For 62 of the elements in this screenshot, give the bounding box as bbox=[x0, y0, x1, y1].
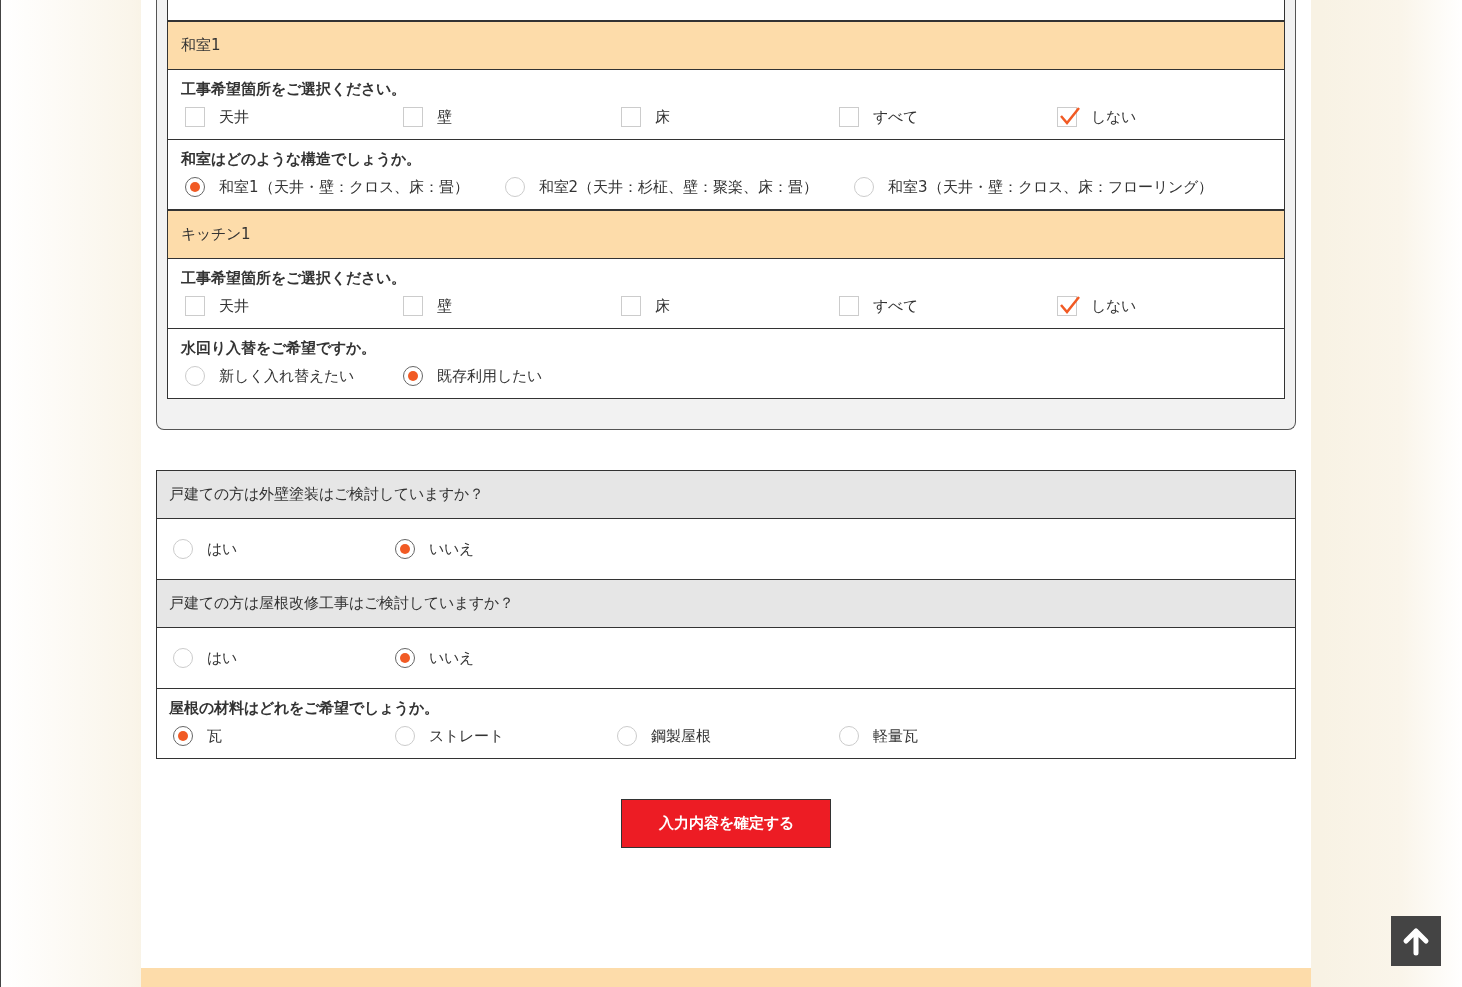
radio-option[interactable]: 新しく入れ替えたい bbox=[181, 366, 367, 386]
option-label: ストレート bbox=[429, 726, 504, 746]
option-label: 天井 bbox=[219, 107, 249, 127]
option-label: はい bbox=[207, 648, 237, 668]
radio-option[interactable]: 瓦 bbox=[169, 726, 359, 746]
question-header: 戸建ての方は外壁塗装はご検討していますか？ bbox=[157, 471, 1295, 519]
radio-option[interactable]: 軽量瓦 bbox=[835, 726, 1025, 746]
option-label: 天井 bbox=[219, 296, 249, 316]
option-label: 新しく入れ替えたい bbox=[219, 366, 354, 386]
checkbox[interactable] bbox=[185, 296, 205, 316]
radio-option[interactable]: いいえ bbox=[391, 539, 581, 559]
option-label: 瓦 bbox=[207, 726, 222, 746]
checkbox-option[interactable]: 天井 bbox=[181, 296, 367, 316]
checkbox-option[interactable]: 壁 bbox=[399, 107, 585, 127]
radio-option[interactable]: はい bbox=[169, 648, 359, 668]
checkbox-option[interactable]: 床 bbox=[617, 107, 803, 127]
checkbox-option[interactable]: しない bbox=[1053, 296, 1239, 316]
option-label: 壁 bbox=[437, 107, 452, 127]
checkbox[interactable] bbox=[621, 296, 641, 316]
checkbox[interactable] bbox=[403, 296, 423, 316]
question-label: 工事希望箇所をご選択ください。 bbox=[181, 269, 407, 288]
section-header: 和室1 bbox=[168, 22, 1284, 70]
radio-option[interactable]: ストレート bbox=[391, 726, 581, 746]
section-header: キッチン1 bbox=[168, 211, 1284, 259]
checkbox-option[interactable]: しない bbox=[1053, 107, 1239, 127]
checkbox[interactable] bbox=[403, 107, 423, 127]
checkbox[interactable] bbox=[185, 107, 205, 127]
option-label: しない bbox=[1091, 107, 1136, 127]
checkbox[interactable] bbox=[839, 296, 859, 316]
question-label: 工事希望箇所をご選択ください。 bbox=[181, 80, 407, 99]
submit-button[interactable]: 入力内容を確定する bbox=[621, 799, 831, 848]
checkbox-option[interactable]: 壁 bbox=[399, 296, 585, 316]
option-label: 軽量瓦 bbox=[873, 726, 918, 746]
checkbox[interactable] bbox=[621, 107, 641, 127]
option-label: はい bbox=[207, 539, 237, 559]
option-label: 既存利用したい bbox=[437, 366, 542, 386]
checkbox[interactable] bbox=[1057, 296, 1077, 316]
radio-option[interactable]: いいえ bbox=[391, 648, 581, 668]
option-label: すべて bbox=[873, 296, 918, 316]
up-arrow-icon bbox=[1401, 926, 1431, 956]
option-label: 鋼製屋根 bbox=[651, 726, 711, 746]
option-label: 壁 bbox=[437, 296, 452, 316]
question-label: 水回り入替をご希望ですか。 bbox=[181, 339, 377, 358]
checkbox-option[interactable]: すべて bbox=[835, 107, 1021, 127]
option-label: 床 bbox=[655, 107, 670, 127]
checkbox-option[interactable]: すべて bbox=[835, 296, 1021, 316]
option-label: いいえ bbox=[429, 539, 474, 559]
option-label: 床 bbox=[655, 296, 670, 316]
checkbox[interactable] bbox=[1057, 107, 1077, 127]
option-label: いいえ bbox=[429, 648, 474, 668]
back-to-top-button[interactable] bbox=[1391, 916, 1441, 966]
option-label: すべて bbox=[873, 107, 918, 127]
checkbox[interactable] bbox=[839, 107, 859, 127]
radio-option[interactable]: はい bbox=[169, 539, 359, 559]
checkbox-option[interactable]: 床 bbox=[617, 296, 803, 316]
question-label: 和室はどのような構造でしょうか。 bbox=[181, 150, 422, 169]
checkbox-option[interactable]: 天井 bbox=[181, 107, 367, 127]
question-header: 戸建ての方は屋根改修工事はご検討していますか？ bbox=[157, 580, 1295, 628]
radio-option[interactable]: 既存利用したい bbox=[399, 366, 585, 386]
radio-option[interactable]: 鋼製屋根 bbox=[613, 726, 803, 746]
option-label: しない bbox=[1091, 296, 1136, 316]
question-label: 屋根の材料はどれをご希望でしょうか。 bbox=[169, 699, 440, 718]
